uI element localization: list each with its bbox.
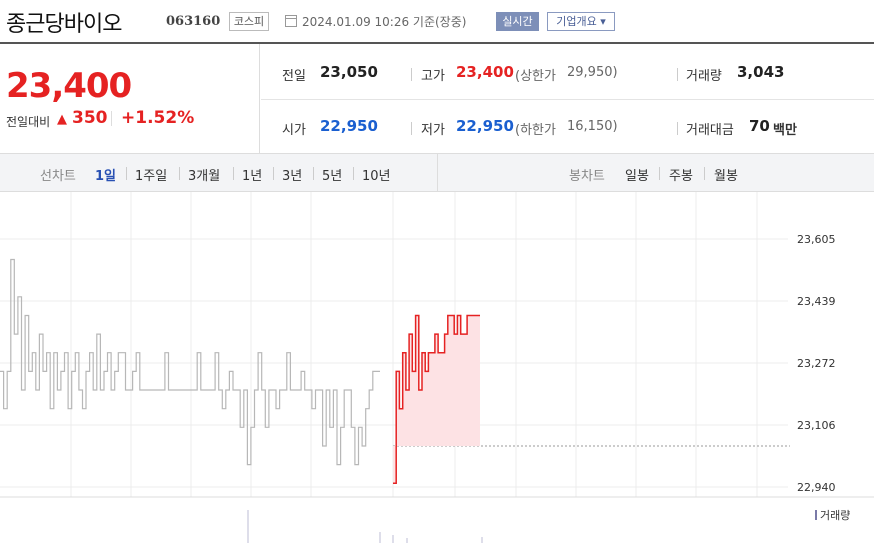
volume-value: 3,043: [737, 63, 785, 81]
price-summary: 23,400 전일대비 ▲ 350 +1.52% 전일 23,050 고가 23…: [0, 44, 874, 154]
low-value: 22,950: [456, 117, 514, 135]
price-chart[interactable]: 23,605 23,439 23,272 23,106 22,940 거래량: [0, 192, 874, 543]
chart-period-tabs: 선차트 1일 1주일 3개월 1년 3년 5년 10년 봉차트 일봉 주봉 월봉: [0, 154, 874, 192]
divider: [677, 68, 678, 81]
tab-weekly-candle[interactable]: 주봉: [669, 165, 693, 184]
y-tick-label: 23,605: [797, 233, 836, 246]
divider: [677, 122, 678, 135]
tab-3year[interactable]: 3년: [282, 165, 302, 184]
prev-day-series-line: [0, 258, 380, 466]
divider: [111, 111, 112, 126]
upper-limit-label: (상한가: [515, 69, 556, 84]
line-chart-label: 선차트: [40, 169, 76, 184]
low-label: 저가: [421, 123, 445, 138]
high-label: 고가: [421, 69, 445, 84]
datetime-text: 2024.01.09 10:26 기준(장중): [302, 15, 467, 29]
divider: [126, 167, 127, 180]
divider: [411, 122, 412, 135]
divider: [411, 68, 412, 81]
tab-3month[interactable]: 3개월: [188, 165, 220, 184]
tab-1week[interactable]: 1주일: [135, 165, 167, 184]
divider: [179, 167, 180, 180]
divider: [353, 167, 354, 180]
current-price-box: 23,400 전일대비 ▲ 350 +1.52%: [0, 44, 260, 154]
current-price: 23,400: [6, 66, 132, 106]
diff-value: 350: [72, 108, 108, 128]
today-series-area: [393, 315, 480, 484]
lower-limit-value: 16,150): [567, 119, 618, 134]
calendar-icon: [285, 15, 297, 27]
tab-1day[interactable]: 1일: [95, 165, 116, 184]
tab-5year[interactable]: 5년: [322, 165, 342, 184]
y-tick-label: 23,272: [797, 357, 836, 370]
y-tick-label: 23,439: [797, 295, 836, 308]
open-value: 22,950: [320, 117, 378, 135]
open-label: 시가: [282, 123, 306, 138]
volume-legend: 거래량: [815, 507, 850, 523]
divider: [659, 167, 660, 180]
prev-close-value: 23,050: [320, 63, 378, 81]
upper-limit-value: 29,950): [567, 65, 618, 80]
candle-chart-label: 봉차트: [569, 169, 605, 184]
tab-daily-candle[interactable]: 일봉: [625, 165, 649, 184]
divider: [437, 154, 438, 192]
amount-label: 거래대금: [686, 123, 734, 138]
amount-value: 70: [749, 117, 770, 135]
y-tick-label: 22,940: [797, 481, 836, 494]
stock-name: 종근당바이오: [6, 12, 122, 37]
divider: [704, 167, 705, 180]
diff-rate: +1.52%: [121, 108, 195, 128]
stock-header: 종근당바이오 063160 코스피 2024.01.09 10:26 기준(장중…: [0, 0, 874, 44]
tab-1year[interactable]: 1년: [242, 165, 262, 184]
realtime-button[interactable]: 실시간: [496, 12, 539, 31]
y-tick-label: 23,106: [797, 419, 836, 432]
amount-unit: 백만: [773, 123, 797, 138]
prev-close-label: 전일: [282, 69, 306, 84]
divider: [313, 167, 314, 180]
company-overview-dropdown[interactable]: 기업개요 ▾: [547, 12, 615, 31]
tab-monthly-candle[interactable]: 월봉: [714, 165, 738, 184]
diff-label: 전일대비: [6, 115, 51, 129]
market-badge: 코스피: [229, 12, 269, 31]
lower-limit-label: (하한가: [515, 123, 556, 138]
divider: [233, 167, 234, 180]
volume-label: 거래량: [686, 69, 722, 84]
stock-code: 063160: [166, 14, 221, 29]
price-chart-svg: 23,605 23,439 23,272 23,106 22,940: [0, 192, 874, 543]
high-value: 23,400: [456, 63, 514, 81]
tab-10year[interactable]: 10년: [362, 165, 391, 184]
divider: [273, 167, 274, 180]
up-arrow-icon: ▲: [57, 112, 67, 127]
row-divider: [261, 99, 874, 100]
